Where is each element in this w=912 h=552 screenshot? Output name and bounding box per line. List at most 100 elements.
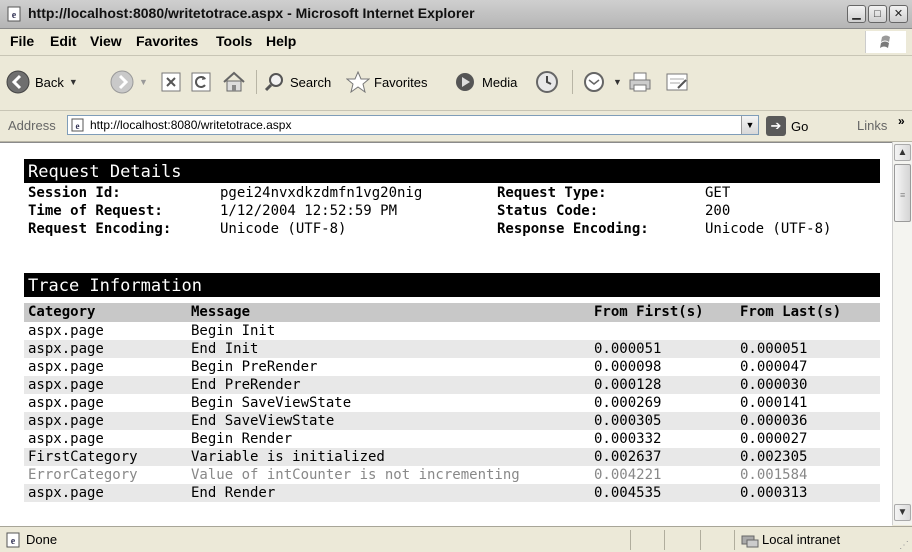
- menu-view[interactable]: View: [90, 33, 122, 49]
- address-label: Address: [8, 118, 56, 133]
- links-chevron-icon[interactable]: »: [898, 114, 905, 128]
- address-url: http://localhost:8080/writetotrace.aspx: [90, 118, 292, 132]
- svg-text:e: e: [12, 10, 17, 21]
- back-arrow-icon: [6, 70, 30, 94]
- menu-file[interactable]: File: [10, 33, 34, 49]
- edit-button[interactable]: [664, 68, 690, 96]
- title-bar: e http://localhost:8080/writetotrace.asp…: [0, 0, 912, 29]
- home-icon: [223, 71, 245, 92]
- column-header-message: Message: [191, 304, 251, 320]
- window-title: http://localhost:8080/writetotrace.aspx …: [28, 5, 475, 21]
- go-button[interactable]: ➔ Go: [766, 116, 808, 136]
- favorites-star-icon: [346, 71, 370, 93]
- media-button[interactable]: Media: [452, 68, 517, 96]
- trace-category-cell: FirstCategory: [28, 449, 138, 465]
- session-id-label: Session Id:: [28, 185, 121, 201]
- trace-row: aspx.page End PreRender 0.000128 0.000030: [24, 376, 880, 394]
- trace-from-last-cell: 0.000027: [740, 431, 808, 447]
- trace-from-last-cell: 0.000047: [740, 359, 808, 375]
- trace-message-cell: End Render: [191, 485, 276, 501]
- trace-message-cell: Begin SaveViewState: [191, 395, 352, 411]
- browser-window: e http://localhost:8080/writetotrace.asp…: [0, 0, 912, 552]
- print-button[interactable]: [627, 68, 653, 96]
- trace-from-first-cell: 0.000305: [594, 413, 662, 429]
- mail-icon: [584, 72, 604, 92]
- forward-arrow-icon: [110, 70, 134, 94]
- trace-message-cell: Begin PreRender: [191, 359, 318, 375]
- forward-button[interactable]: ▼: [110, 68, 148, 96]
- status-code-value: 200: [705, 203, 731, 219]
- page-content: Request Details Session Id: pgei24nvxdkz…: [0, 142, 892, 526]
- scrollbar-thumb[interactable]: ≡: [894, 164, 911, 222]
- trace-message-cell: End Init: [191, 341, 259, 357]
- back-button[interactable]: Back ▼: [6, 68, 78, 96]
- resize-grip-icon[interactable]: ⋰: [899, 540, 909, 551]
- close-button[interactable]: ✕: [889, 5, 908, 23]
- menu-edit[interactable]: Edit: [50, 33, 76, 49]
- ie-page-icon: e: [7, 6, 21, 22]
- response-encoding-value: Unicode (UTF-8): [705, 221, 832, 237]
- menu-tools[interactable]: Tools: [216, 33, 252, 49]
- address-input[interactable]: e http://localhost:8080/writetotrace.asp…: [67, 115, 759, 135]
- trace-message-cell: Begin Init: [191, 323, 276, 339]
- trace-from-first-cell: 0.002637: [594, 449, 662, 465]
- trace-message-cell: Begin Render: [191, 431, 293, 447]
- trace-table: Category Message From First(s) From Last…: [24, 303, 880, 502]
- trace-category-cell: aspx.page: [28, 323, 104, 339]
- search-label: Search: [290, 74, 332, 90]
- trace-from-last-cell: 0.000030: [740, 377, 808, 393]
- scroll-up-icon[interactable]: ▲: [894, 144, 911, 161]
- trace-from-first-cell: 0.000051: [594, 341, 662, 357]
- trace-from-first-cell: 0.000128: [594, 377, 662, 393]
- trace-from-first-cell: 0.000332: [594, 431, 662, 447]
- security-zone-label: Local intranet: [762, 532, 841, 547]
- trace-category-cell: aspx.page: [28, 485, 104, 501]
- status-bar: e Done Local intranet ⋰: [0, 526, 912, 552]
- trace-from-first-cell: 0.004221: [594, 467, 662, 483]
- session-id-value: pgei24nvxdkzdmfn1vg20nig: [220, 185, 423, 201]
- go-label: Go: [791, 118, 809, 134]
- trace-row: aspx.page Begin SaveViewState 0.000269 0.00…: [24, 394, 880, 412]
- menu-favorites[interactable]: Favorites: [136, 33, 198, 49]
- search-button[interactable]: Search: [264, 68, 331, 96]
- column-header-from-first: From First(s): [594, 304, 704, 320]
- stop-button[interactable]: [160, 68, 182, 96]
- back-label: Back: [35, 74, 64, 90]
- favorites-button[interactable]: Favorites: [346, 68, 427, 96]
- request-type-value: GET: [705, 185, 731, 201]
- media-icon: [456, 73, 474, 91]
- request-type-label: Request Type:: [497, 185, 607, 201]
- address-dropdown-icon[interactable]: ▼: [741, 116, 758, 134]
- trace-category-cell: aspx.page: [28, 341, 104, 357]
- trace-message-cell: Value of intCounter is not incrementing: [191, 467, 520, 483]
- vertical-scrollbar[interactable]: ▲ ≡ ▼: [892, 142, 912, 525]
- svg-text:e: e: [11, 536, 16, 547]
- trace-message-cell: End PreRender: [191, 377, 301, 393]
- trace-category-cell: aspx.page: [28, 395, 104, 411]
- refresh-button[interactable]: [190, 68, 212, 96]
- history-icon: [536, 71, 558, 93]
- trace-from-first-cell: 0.000269: [594, 395, 662, 411]
- trace-from-last-cell: 0.000051: [740, 341, 808, 357]
- windows-logo-icon: [865, 31, 906, 53]
- trace-category-cell: aspx.page: [28, 377, 104, 393]
- trace-row: FirstCategory Variable is initialized 0.00…: [24, 448, 880, 466]
- stop-icon: [161, 72, 181, 92]
- media-label: Media: [482, 74, 518, 90]
- trace-row: aspx.page End SaveViewState 0.000305 0.0000…: [24, 412, 880, 430]
- home-button[interactable]: [222, 68, 246, 96]
- minimize-button[interactable]: ▁: [847, 5, 866, 23]
- trace-row: ErrorCategory Value of intCounter is not …: [24, 466, 880, 484]
- trace-category-cell: aspx.page: [28, 413, 104, 429]
- trace-category-cell: ErrorCategory: [28, 467, 138, 483]
- mail-button[interactable]: ▼: [582, 68, 622, 96]
- menu-help[interactable]: Help: [266, 33, 296, 49]
- trace-row: aspx.page Begin Render 0.000332 0.000027: [24, 430, 880, 448]
- scroll-down-icon[interactable]: ▼: [894, 504, 911, 521]
- search-icon: [264, 73, 283, 92]
- links-label[interactable]: Links: [857, 118, 887, 133]
- column-header-from-last: From Last(s): [740, 304, 842, 320]
- maximize-button[interactable]: □: [868, 5, 887, 23]
- history-button[interactable]: [535, 68, 559, 96]
- toolbar: Back ▼ ▼ Search Favorites Media ▼: [0, 56, 912, 111]
